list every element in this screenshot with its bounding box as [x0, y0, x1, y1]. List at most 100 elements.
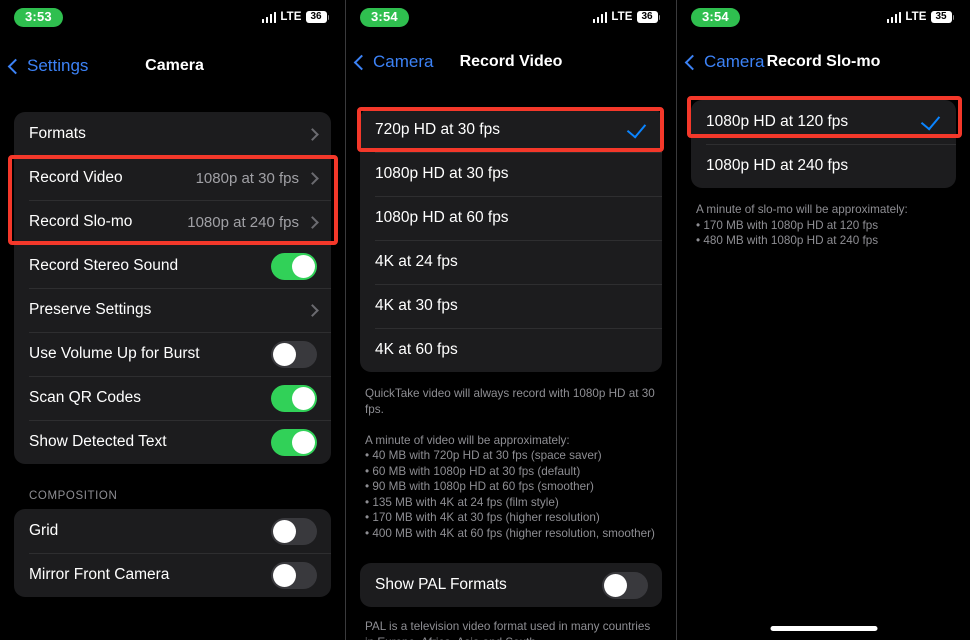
network-type-label: LTE: [611, 11, 633, 23]
option-label: 1080p HD at 240 fps: [706, 157, 849, 174]
row-label: Formats: [29, 125, 86, 142]
option-label: 720p HD at 30 fps: [375, 121, 500, 138]
toggle-record-stereo-sound[interactable]: [271, 252, 317, 280]
panel-record-slo-mo: 3:54 LTE 35 Camera Record Slo-mo 1080p H…: [677, 0, 970, 640]
toggle-knob: [273, 519, 296, 543]
option-1080p-240[interactable]: 1080p HD at 240 fps: [691, 144, 956, 188]
status-bar: 3:53 LTE 36: [0, 0, 345, 34]
option-4k-30[interactable]: 4K at 30 fps: [360, 284, 662, 328]
chevron-right-icon: [306, 127, 319, 141]
row-label: Scan QR Codes: [29, 389, 141, 406]
chevron-left-icon: [684, 54, 701, 70]
battery-icon: 36: [305, 10, 329, 24]
battery-level-label: 36: [636, 10, 658, 24]
back-button-camera[interactable]: Camera: [677, 52, 764, 72]
row-show-detected-text[interactable]: Show Detected Text: [14, 420, 331, 464]
option-label: 4K at 30 fps: [375, 297, 458, 314]
option-label: 1080p HD at 120 fps: [706, 113, 849, 130]
row-scan-qr-codes[interactable]: Scan QR Codes: [14, 376, 331, 420]
row-show-pal-formats[interactable]: Show PAL Formats: [360, 563, 662, 607]
battery-nub: [658, 14, 660, 20]
back-button-label: Camera: [704, 52, 765, 71]
row-label: Mirror Front Camera: [29, 566, 170, 583]
row-record-slo-mo[interactable]: Record Slo-mo 1080p at 240 fps: [14, 200, 331, 244]
row-label: Record Slo-mo: [29, 213, 133, 230]
row-label: Record Video: [29, 169, 123, 186]
status-indicators: LTE 36: [592, 10, 660, 24]
row-label: Record Stereo Sound: [29, 257, 179, 274]
row-formats[interactable]: Formats: [14, 112, 331, 156]
battery-level-label: 35: [930, 10, 952, 24]
battery-icon: 35: [930, 10, 954, 24]
chevron-left-icon: [7, 58, 24, 74]
row-record-video[interactable]: Record Video 1080p at 30 fps: [14, 156, 331, 200]
back-button-label: Settings: [27, 56, 89, 75]
option-4k-24[interactable]: 4K at 24 fps: [360, 240, 662, 284]
chevron-right-icon: [306, 215, 319, 229]
toggle-knob: [292, 386, 315, 410]
row-use-volume-up-for-burst[interactable]: Use Volume Up for Burst: [14, 332, 331, 376]
section-header-composition: COMPOSITION: [29, 490, 118, 502]
network-type-label: LTE: [280, 11, 302, 23]
option-1080p-120[interactable]: 1080p HD at 120 fps: [691, 100, 956, 144]
chevron-right-icon: [306, 171, 319, 185]
back-button-camera[interactable]: Camera: [346, 52, 433, 72]
settings-group-primary: Formats Record Video 1080p at 30 fps Rec…: [14, 112, 331, 464]
toggle-knob: [292, 254, 315, 278]
nav-bar: Settings Camera: [0, 46, 345, 86]
row-accessory: [306, 303, 319, 317]
toggle-scan-qr-codes[interactable]: [271, 384, 317, 412]
video-format-options-list: 720p HD at 30 fps 1080p HD at 30 fps 108…: [360, 108, 662, 372]
toggle-mirror-front-camera[interactable]: [271, 561, 317, 589]
three-panel-screenshot: 3:53 LTE 36 Settings Camera Formats Reco…: [0, 0, 970, 640]
row-label: Grid: [29, 522, 59, 539]
option-4k-60[interactable]: 4K at 60 fps: [360, 328, 662, 372]
pal-description-note: PAL is a television video format used in…: [365, 620, 651, 640]
nav-bar: Camera Record Slo-mo: [677, 42, 970, 82]
toggle-knob: [604, 573, 627, 597]
battery-icon: 36: [636, 10, 660, 24]
row-label: Use Volume Up for Burst: [29, 345, 200, 362]
toggle-show-pal-formats[interactable]: [602, 571, 648, 599]
home-indicator: [770, 626, 877, 631]
nav-bar: Camera Record Video: [346, 42, 676, 82]
row-grid[interactable]: Grid: [14, 509, 331, 553]
row-label: Show PAL Formats: [375, 576, 507, 593]
signal-bars-icon: [261, 11, 277, 23]
status-indicators: LTE 36: [261, 10, 329, 24]
toggle-show-detected-text[interactable]: [271, 428, 317, 456]
signal-bars-icon: [592, 11, 608, 23]
row-mirror-front-camera[interactable]: Mirror Front Camera: [14, 553, 331, 597]
status-indicators: LTE 35: [886, 10, 954, 24]
battery-level-label: 36: [305, 10, 327, 24]
option-label: 1080p HD at 30 fps: [375, 165, 509, 182]
network-type-label: LTE: [905, 11, 927, 23]
slomo-size-note: A minute of slo-mo will be approximately…: [696, 203, 908, 247]
panel-record-video: 3:54 LTE 36 Camera Record Video 720p HD …: [345, 0, 677, 640]
row-value: 1080p at 30 fps: [195, 169, 299, 187]
toggle-knob: [273, 563, 296, 587]
chevron-left-icon: [353, 54, 370, 70]
row-preserve-settings[interactable]: Preserve Settings: [14, 288, 331, 332]
chevron-right-icon: [306, 303, 319, 317]
signal-bars-icon: [886, 11, 902, 23]
option-720p-30[interactable]: 720p HD at 30 fps: [360, 108, 662, 152]
toggle-knob: [292, 430, 315, 454]
toggle-knob: [273, 342, 296, 366]
battery-nub: [952, 14, 954, 20]
battery-nub: [327, 14, 329, 20]
back-button-settings[interactable]: Settings: [0, 56, 88, 76]
option-1080p-30[interactable]: 1080p HD at 30 fps: [360, 152, 662, 196]
option-label: 4K at 24 fps: [375, 253, 458, 270]
slomo-format-options-list: 1080p HD at 120 fps 1080p HD at 240 fps: [691, 100, 956, 188]
row-record-stereo-sound[interactable]: Record Stereo Sound: [14, 244, 331, 288]
status-time: 3:53: [14, 7, 63, 27]
pal-formats-group: Show PAL Formats: [360, 563, 662, 607]
toggle-use-volume-up-for-burst[interactable]: [271, 340, 317, 368]
toggle-grid[interactable]: [271, 517, 317, 545]
row-accessory: [306, 127, 319, 141]
option-1080p-60[interactable]: 1080p HD at 60 fps: [360, 196, 662, 240]
checkmark-icon: [626, 117, 647, 139]
status-time: 3:54: [691, 7, 740, 27]
settings-group-composition: Grid Mirror Front Camera: [14, 509, 331, 597]
